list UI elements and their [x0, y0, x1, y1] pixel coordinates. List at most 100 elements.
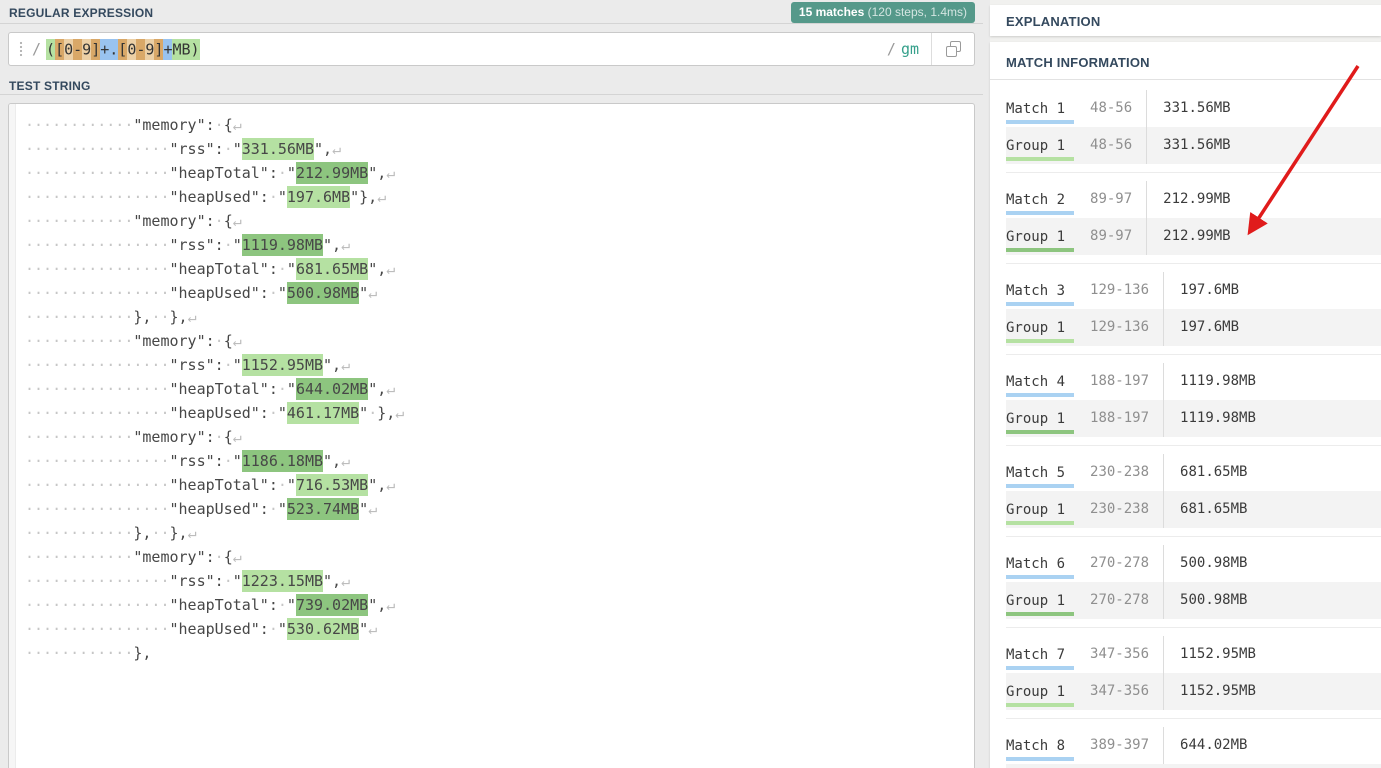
group-label[interactable]: Group 1: [1006, 501, 1074, 525]
newline-icon: ↵: [386, 260, 395, 278]
match-range: 48-56: [1090, 90, 1147, 127]
group-underline: [1006, 703, 1074, 707]
group-row: Group 1188-1971119.98MB: [1006, 400, 1381, 437]
match-highlight: 197.6MB: [287, 186, 350, 208]
match-count-badge[interactable]: 15 matches (120 steps, 1.4ms): [791, 2, 975, 23]
match-label-cell: Match 1: [1006, 90, 1090, 127]
newline-icon: ↵: [386, 596, 395, 614]
group-label[interactable]: Group 1: [1006, 410, 1074, 434]
test-line: ················"rss":·"331.56MB",↵: [25, 137, 404, 161]
match-highlight: 716.53MB: [296, 474, 368, 496]
match-label-cell: Match 8: [1006, 727, 1090, 764]
match-value: 212.99MB: [1147, 181, 1381, 218]
newline-icon: ↵: [395, 404, 404, 422]
group-underline: [1006, 248, 1074, 252]
test-string-header: TEST STRING: [0, 74, 983, 95]
newline-icon: ↵: [368, 500, 377, 518]
match-label-cell: Match 4: [1006, 363, 1090, 400]
test-line: ············},··},↵: [25, 521, 404, 545]
regex-token: (: [46, 39, 55, 60]
group-value: 331.56MB: [1147, 127, 1381, 164]
group-label-cell: Group 1: [1006, 127, 1090, 164]
newline-icon: ↵: [188, 524, 197, 542]
match-underline: [1006, 120, 1074, 124]
match-value: 644.02MB: [1164, 727, 1381, 764]
group-label[interactable]: Group 1: [1006, 228, 1074, 252]
match-label[interactable]: Match 3: [1006, 282, 1074, 306]
match-range: 347-356: [1090, 636, 1164, 673]
match-highlight: 644.02MB: [296, 378, 368, 400]
group-label-cell: Group 1: [1006, 400, 1090, 437]
newline-icon: ↵: [341, 452, 350, 470]
test-line: ················"heapUsed":·"500.98MB"↵: [25, 281, 404, 305]
main-column: REGULAR EXPRESSION 15 matches (120 steps…: [0, 0, 983, 768]
regex-expression[interactable]: ([0-9]+.[0-9]+MB): [46, 40, 200, 58]
match-highlight: 461.17MB: [287, 402, 359, 424]
test-line: ············"memory":·{↵: [25, 329, 404, 353]
test-line: ················"rss":·"1152.95MB",↵: [25, 353, 404, 377]
group-row: Group 189-97212.99MB: [1006, 218, 1381, 255]
group-label[interactable]: Group 1: [1006, 683, 1074, 707]
match-label[interactable]: Match 4: [1006, 373, 1074, 397]
group-range: 270-278: [1090, 582, 1164, 619]
group-label-cell: Group 1: [1006, 582, 1090, 619]
match-highlight: 500.98MB: [287, 282, 359, 304]
newline-icon: ↵: [332, 140, 341, 158]
right-panel: EXPLANATION MATCH INFORMATION Match 148-…: [990, 0, 1381, 768]
regex-delimiter-close: /: [885, 40, 901, 58]
match-highlight: 1119.98MB: [242, 234, 323, 256]
group-row: Group 1270-278500.98MB: [1006, 582, 1381, 619]
match-row: Match 3129-136197.6MB: [1006, 272, 1381, 309]
group-label[interactable]: Group 1: [1006, 592, 1074, 616]
match-block: Match 5230-238681.65MBGroup 1230-238681.…: [1006, 454, 1381, 537]
match-underline: [1006, 575, 1074, 579]
group-row: Group 1347-3561152.95MB: [1006, 673, 1381, 710]
match-block: Match 7347-3561152.95MBGroup 1347-356115…: [1006, 636, 1381, 719]
match-row: Match 148-56331.56MB: [1006, 90, 1381, 127]
match-label-cell: Match 6: [1006, 545, 1090, 582]
match-label[interactable]: Match 1: [1006, 100, 1074, 124]
drag-handle-icon[interactable]: [19, 41, 23, 58]
test-line: ············},: [25, 641, 404, 665]
match-block: Match 3129-136197.6MB Group 1 129-136197.6…: [1006, 272, 1381, 355]
group-label-cell: Group 1: [1006, 491, 1090, 528]
group-range: 129-136: [1090, 309, 1164, 346]
match-label[interactable]: Match 6: [1006, 555, 1074, 579]
test-line: ················"heapTotal":·"212.99MB",…: [25, 161, 404, 185]
match-label[interactable]: Match 2: [1006, 191, 1074, 215]
group-row: Group 1 129-136197.6MB: [1006, 309, 1381, 346]
match-label[interactable]: Match 8: [1006, 737, 1074, 761]
test-line: ················"heapUsed":·"530.62MB"↵: [25, 617, 404, 641]
test-string-editor[interactable]: ············"memory":·{↵················…: [8, 103, 975, 768]
match-block: Match 8389-397644.02MB: [1006, 727, 1381, 768]
match-blocks: Match 148-56331.56MBGroup 148-56331.56MB…: [990, 80, 1381, 768]
match-label[interactable]: Match 7: [1006, 646, 1074, 670]
match-highlight: 530.62MB: [287, 618, 359, 640]
copy-button[interactable]: [931, 33, 974, 65]
regex-token: [: [55, 39, 64, 60]
match-label[interactable]: Match 5: [1006, 464, 1074, 488]
group-label[interactable]: Group 1: [1006, 137, 1074, 161]
match-underline: [1006, 302, 1074, 306]
regex-token: 0: [127, 39, 136, 60]
group-row-partial: [1006, 764, 1381, 768]
badge-steps: (120 steps, 1.4ms): [868, 5, 967, 19]
match-value: 1119.98MB: [1164, 363, 1381, 400]
newline-icon: ↵: [377, 188, 386, 206]
match-range: 188-197: [1090, 363, 1164, 400]
group-label-cell: Group 1: [1006, 218, 1090, 255]
match-label-cell: Match 3: [1006, 272, 1090, 309]
match-block: Match 148-56331.56MBGroup 148-56331.56MB: [1006, 90, 1381, 173]
match-block: Match 289-97212.99MBGroup 189-97212.99MB: [1006, 181, 1381, 264]
regex-input[interactable]: / ([0-9]+.[0-9]+MB) / gm: [8, 32, 975, 66]
newline-icon: ↵: [341, 236, 350, 254]
group-label[interactable]: Group 1: [1006, 319, 1074, 343]
group-value: 197.6MB: [1164, 309, 1381, 346]
match-value: 500.98MB: [1164, 545, 1381, 582]
regex-token: ]: [91, 39, 100, 60]
group-underline: [1006, 157, 1074, 161]
regex-flags[interactable]: gm: [901, 40, 919, 58]
regex-section-title: REGULAR EXPRESSION: [0, 0, 153, 20]
group-label-cell: Group 1: [1006, 673, 1090, 710]
match-row: Match 5230-238681.65MB: [1006, 454, 1381, 491]
